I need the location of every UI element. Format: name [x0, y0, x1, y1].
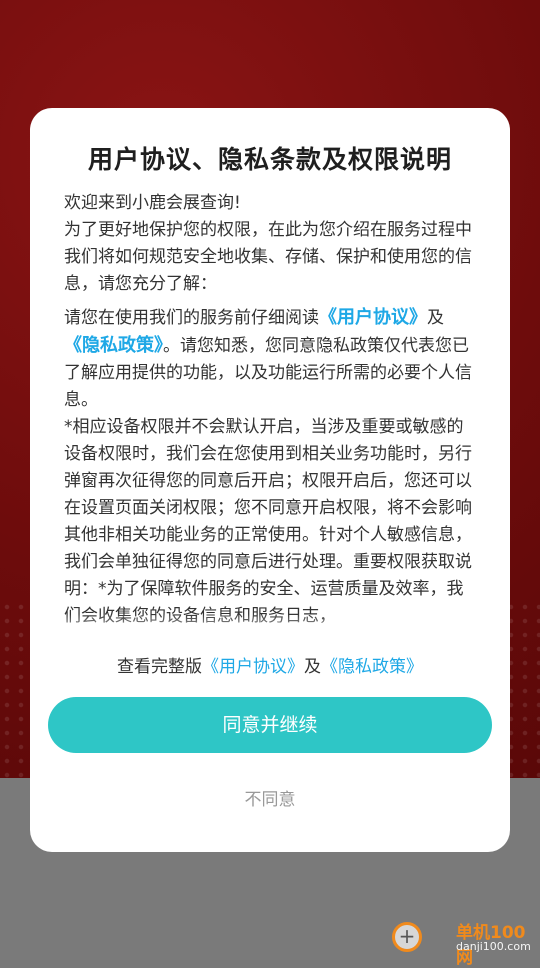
- full-version-and-text: 及: [304, 657, 321, 677]
- permission-text: *相应设备权限并不会默认开启，当涉及重要或敏感的设备权限时，我们会在您使用到相关…: [64, 417, 472, 626]
- watermark-en-text: danji100.com: [456, 940, 531, 953]
- full-version-line: 查看完整版《用户协议》及《隐私政策》: [30, 652, 510, 677]
- privacy-dialog: 用户协议、隐私条款及权限说明 欢迎来到小鹿会展查询! 为了更好地保护您的权限，在…: [30, 108, 510, 852]
- full-privacy-policy-link[interactable]: 《隐私政策》: [321, 657, 423, 677]
- agreement-pre-text: 请您在使用我们的服务前仔细阅读: [64, 308, 319, 328]
- plus-circle-icon: +: [392, 922, 422, 952]
- policy-text-scroll[interactable]: 欢迎来到小鹿会展查询! 为了更好地保护您的权限，在此为您介绍在服务过程中我们将如…: [64, 190, 478, 638]
- text-fade-overlay: [64, 614, 478, 640]
- agreement-paragraph: 请您在使用我们的服务前仔细阅读《用户协议》及《隐私政策》。请您知悉，您同意隐私政…: [64, 304, 478, 414]
- full-user-agreement-link[interactable]: 《用户协议》: [202, 657, 304, 677]
- user-agreement-link[interactable]: 《用户协议》: [319, 307, 427, 328]
- disagree-button[interactable]: 不同意: [30, 785, 510, 810]
- intro-text: 为了更好地保护您的权限，在此为您介绍在服务过程中我们将如何规范安全地收集、存储、…: [64, 220, 472, 294]
- watermark-logo: + 单机100网 danji100.com: [392, 916, 540, 968]
- full-version-pre-text: 查看完整版: [117, 657, 202, 677]
- welcome-text: 欢迎来到小鹿会展查询!: [64, 193, 241, 213]
- agree-continue-button[interactable]: 同意并继续: [48, 697, 492, 753]
- agreement-and-text: 及: [427, 308, 444, 328]
- privacy-policy-link[interactable]: 《隐私政策》: [64, 335, 163, 356]
- dialog-title: 用户协议、隐私条款及权限说明: [87, 145, 452, 174]
